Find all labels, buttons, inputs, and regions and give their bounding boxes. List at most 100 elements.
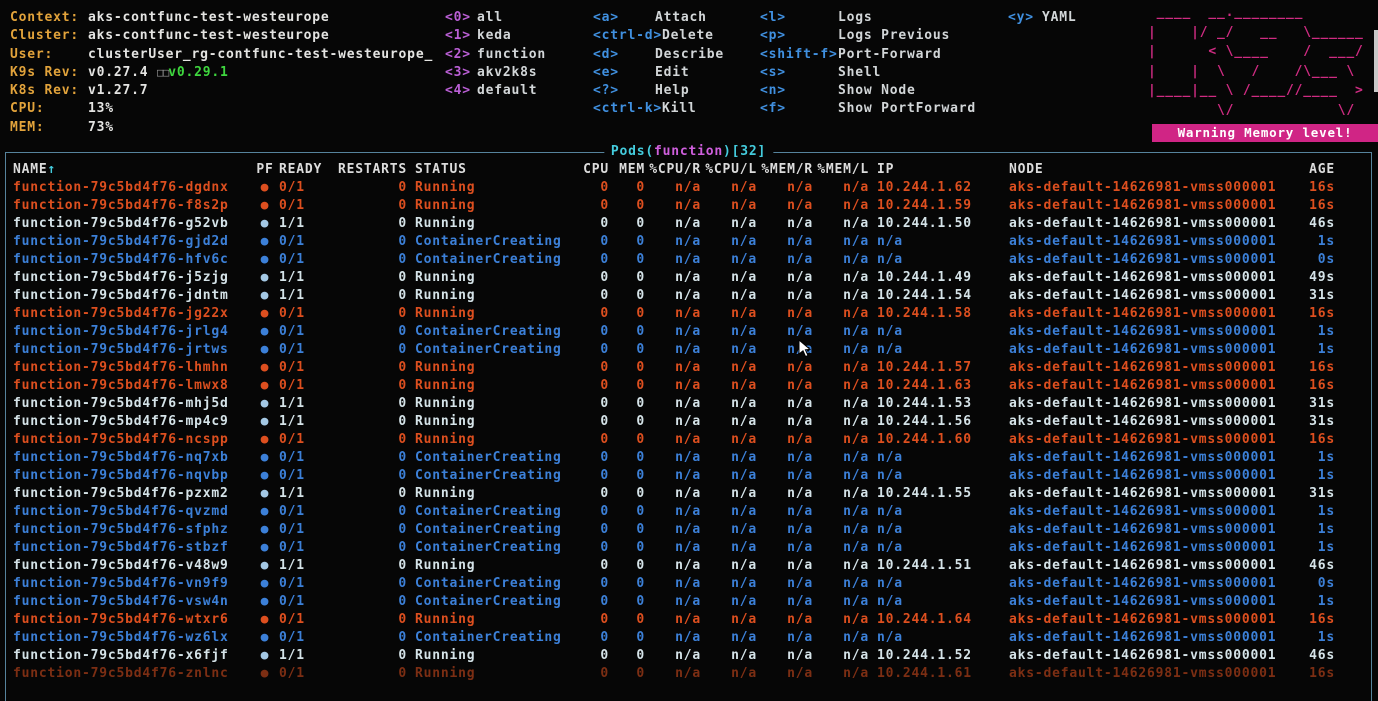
table-row[interactable]: function-79c5bd4f76-g52vb●1/10Running00n… — [13, 215, 1371, 233]
pod-status: Running — [415, 395, 573, 413]
table-row[interactable]: function-79c5bd4f76-sfphz●0/10ContainerC… — [13, 521, 1371, 539]
pf-indicator-icon: ● — [251, 377, 279, 395]
col-status[interactable]: STATUS — [415, 161, 573, 179]
pod-mem: 0 — [609, 521, 645, 539]
col-mem[interactable]: MEM — [609, 161, 645, 179]
table-row[interactable]: function-79c5bd4f76-mhj5d●1/10Running00n… — [13, 395, 1371, 413]
namespace-item[interactable]: <2>function — [445, 46, 546, 64]
col-ready[interactable]: READY — [279, 161, 337, 179]
pod-ready: 0/1 — [279, 251, 337, 269]
table-row[interactable]: function-79c5bd4f76-lhmhn●0/10Running00n… — [13, 359, 1371, 377]
pod-cpu: 0 — [573, 557, 609, 575]
table-row[interactable]: function-79c5bd4f76-stbzf●0/10ContainerC… — [13, 539, 1371, 557]
pod-name: function-79c5bd4f76-x6fjf — [13, 647, 251, 665]
pod-name: function-79c5bd4f76-jdntm — [13, 287, 251, 305]
namespace-item[interactable]: <3>akv2k8s — [445, 64, 546, 82]
pod-ip: 10.244.1.54 — [877, 287, 1001, 305]
pod-mem: 0 — [609, 251, 645, 269]
table-row[interactable]: function-79c5bd4f76-qvzmd●0/10ContainerC… — [13, 503, 1371, 521]
table-row[interactable]: function-79c5bd4f76-j5zjg●1/10Running00n… — [13, 269, 1371, 287]
action-item[interactable]: <l>Logs — [760, 9, 976, 27]
info-value: aks-contfunc-test-westeurope — [88, 28, 330, 43]
action-item[interactable]: <ctrl-k>Kill — [593, 100, 724, 118]
col-mem-r[interactable]: %MEM/R — [757, 161, 813, 179]
col-pf[interactable]: PF — [251, 161, 279, 179]
namespace-item[interactable]: <0>all — [445, 9, 546, 27]
table-row[interactable]: function-79c5bd4f76-pzxm2●1/10Running00n… — [13, 485, 1371, 503]
table-row[interactable]: function-79c5bd4f76-dgdnx●0/10Running00n… — [13, 179, 1371, 197]
pod-cpu-l: n/a — [701, 251, 757, 269]
pod-name: function-79c5bd4f76-ncspp — [13, 431, 251, 449]
table-row[interactable]: function-79c5bd4f76-f8s2p●0/10Running00n… — [13, 197, 1371, 215]
info-line: Context:aks-contfunc-test-westeurope — [10, 9, 433, 27]
table-row[interactable]: function-79c5bd4f76-jrlg4●0/10ContainerC… — [13, 323, 1371, 341]
pod-restarts: 0 — [337, 197, 407, 215]
table-row[interactable]: function-79c5bd4f76-jg22x●0/10Running00n… — [13, 305, 1371, 323]
col-cpu[interactable]: CPU — [573, 161, 609, 179]
action-item[interactable]: <y>YAML — [1008, 9, 1077, 27]
table-row[interactable]: function-79c5bd4f76-gjd2d●0/10ContainerC… — [13, 233, 1371, 251]
table-row[interactable]: function-79c5bd4f76-v48w9●1/10Running00n… — [13, 557, 1371, 575]
pod-name: function-79c5bd4f76-g52vb — [13, 215, 251, 233]
pod-mem-l: n/a — [813, 575, 869, 593]
pod-cpu: 0 — [573, 413, 609, 431]
action-item[interactable]: <n>Show Node — [760, 82, 976, 100]
table-row[interactable]: function-79c5bd4f76-wz6lx●0/10ContainerC… — [13, 629, 1371, 647]
namespace-item[interactable]: <1>keda — [445, 27, 546, 45]
table-row[interactable]: function-79c5bd4f76-jrtws●0/10ContainerC… — [13, 341, 1371, 359]
pod-restarts: 0 — [337, 503, 407, 521]
table-row[interactable]: function-79c5bd4f76-ncspp●0/10Running00n… — [13, 431, 1371, 449]
pf-indicator-icon: ● — [251, 557, 279, 575]
table-row[interactable]: function-79c5bd4f76-wtxr6●0/10Running00n… — [13, 611, 1371, 629]
action-item[interactable]: <e>Edit — [593, 64, 724, 82]
pod-name: function-79c5bd4f76-qvzmd — [13, 503, 251, 521]
pod-restarts: 0 — [337, 593, 407, 611]
col-cpu-l[interactable]: %CPU/L — [701, 161, 757, 179]
pf-indicator-icon: ● — [251, 197, 279, 215]
col-age[interactable]: AGE — [1299, 161, 1335, 179]
pod-cpu-r: n/a — [645, 431, 701, 449]
pf-indicator-icon: ● — [251, 629, 279, 647]
action-item[interactable]: <p>Logs Previous — [760, 27, 976, 45]
col-cpu-r[interactable]: %CPU/R — [645, 161, 701, 179]
pod-cpu: 0 — [573, 341, 609, 359]
col-mem-l[interactable]: %MEM/L — [813, 161, 869, 179]
pod-ready: 1/1 — [279, 485, 337, 503]
scrollbar-thumb[interactable] — [1374, 30, 1378, 92]
pod-cpu-l: n/a — [701, 485, 757, 503]
namespace-item[interactable]: <4>default — [445, 82, 546, 100]
table-row[interactable]: function-79c5bd4f76-hfv6c●0/10ContainerC… — [13, 251, 1371, 269]
table-row[interactable]: function-79c5bd4f76-vsw4n●0/10ContainerC… — [13, 593, 1371, 611]
info-line: K9s Rev:v0.27.4 □□v0.29.1 — [10, 64, 433, 82]
action-item[interactable]: <d>Describe — [593, 46, 724, 64]
pod-name: function-79c5bd4f76-znlnc — [13, 665, 251, 683]
action-item[interactable]: <?>Help — [593, 82, 724, 100]
table-row[interactable]: function-79c5bd4f76-nqvbp●0/10ContainerC… — [13, 467, 1371, 485]
action-item[interactable]: <ctrl-d>Delete — [593, 27, 724, 45]
action-hotkey: <ctrl-d> — [593, 27, 662, 45]
table-row[interactable]: function-79c5bd4f76-znlnc●0/10Running00n… — [13, 665, 1371, 683]
pod-mem: 0 — [609, 377, 645, 395]
col-name[interactable]: NAME↑ — [13, 161, 251, 179]
table-row[interactable]: function-79c5bd4f76-lmwx8●0/10Running00n… — [13, 377, 1371, 395]
col-node[interactable]: NODE — [1009, 161, 1299, 179]
pod-cpu-l: n/a — [701, 503, 757, 521]
table-row[interactable]: function-79c5bd4f76-nq7xb●0/10ContainerC… — [13, 449, 1371, 467]
action-item[interactable]: <a>Attach — [593, 9, 724, 27]
action-menu-2: <l>Logs <p>Logs Previous <shift-f>Port-F… — [760, 9, 976, 119]
table-row[interactable]: function-79c5bd4f76-mp4c9●1/10Running00n… — [13, 413, 1371, 431]
pod-mem-l: n/a — [813, 647, 869, 665]
table-row[interactable]: function-79c5bd4f76-vn9f9●0/10ContainerC… — [13, 575, 1371, 593]
pod-status: ContainerCreating — [415, 503, 573, 521]
pod-age: 31s — [1299, 485, 1335, 503]
pod-ip: 10.244.1.61 — [877, 665, 1001, 683]
action-item[interactable]: <f>Show PortForward — [760, 100, 976, 118]
col-restarts[interactable]: RESTARTS — [337, 161, 407, 179]
pod-name: function-79c5bd4f76-vn9f9 — [13, 575, 251, 593]
table-row[interactable]: function-79c5bd4f76-x6fjf●1/10Running00n… — [13, 647, 1371, 665]
col-ip[interactable]: IP — [877, 161, 1001, 179]
action-item[interactable]: <s>Shell — [760, 64, 976, 82]
table-row[interactable]: function-79c5bd4f76-jdntm●1/10Running00n… — [13, 287, 1371, 305]
pod-node: aks-default-14626981-vmss000001 — [1009, 395, 1299, 413]
action-item[interactable]: <shift-f>Port-Forward — [760, 46, 976, 64]
